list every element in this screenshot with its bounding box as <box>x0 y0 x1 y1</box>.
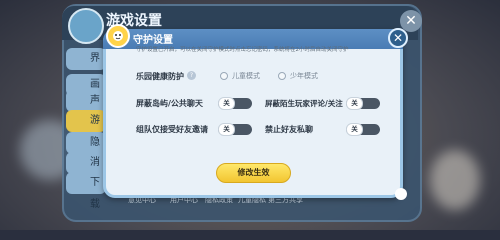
side-tab[interactable]: 声音 <box>66 90 106 128</box>
side-tab-selected[interactable]: 游戏 <box>66 110 106 148</box>
block-island-chat-toggle[interactable]: 关 <box>218 97 252 110</box>
block-stranger-comments-label: 屏蔽陌生玩家评论/关注 <box>265 99 343 108</box>
side-tab[interactable]: 消息 <box>66 152 106 190</box>
side-tab[interactable]: 界面 <box>66 48 106 86</box>
guardian-icon <box>106 24 130 48</box>
toggle-knob: 关 <box>218 123 235 136</box>
toggle-knob: 关 <box>346 123 363 136</box>
apply-changes-button[interactable]: 修改生效 <box>216 163 291 183</box>
toggle-knob: 关 <box>346 97 363 110</box>
settings-icon <box>68 8 104 44</box>
dialog-note: 守护设置已开启，可以在关闭守护模式时点击忘记密码，系统将在2小时后自动关闭守护 <box>136 47 349 53</box>
health-protection-label: 乐园健康防护 <box>136 72 184 81</box>
block-island-chat-label: 屏蔽岛屿/公共聊天 <box>136 99 203 108</box>
side-tab[interactable]: 隐私 <box>66 132 106 170</box>
dialog-title: 守护设置 <box>133 35 173 46</box>
child-mode-radio[interactable] <box>220 72 228 80</box>
team-friends-only-label: 组队仅接受好友邀请 <box>136 125 208 134</box>
child-mode-label: 儿童模式 <box>232 72 260 80</box>
decorative-dot <box>395 188 407 200</box>
toggle-knob: 关 <box>218 97 235 110</box>
teen-mode-label: 少年模式 <box>290 72 318 80</box>
background-blur <box>430 150 480 210</box>
help-icon[interactable]: ? <box>187 71 196 80</box>
close-icon: ✕ <box>392 31 404 45</box>
disable-friend-dm-label: 禁止好友私聊 <box>265 125 313 134</box>
team-friends-only-toggle[interactable]: 关 <box>218 123 252 136</box>
disable-friend-dm-toggle[interactable]: 关 <box>346 123 380 136</box>
teen-mode-radio[interactable] <box>278 72 286 80</box>
side-tab[interactable]: 下载 <box>66 172 106 210</box>
block-stranger-comments-toggle[interactable]: 关 <box>346 97 380 110</box>
